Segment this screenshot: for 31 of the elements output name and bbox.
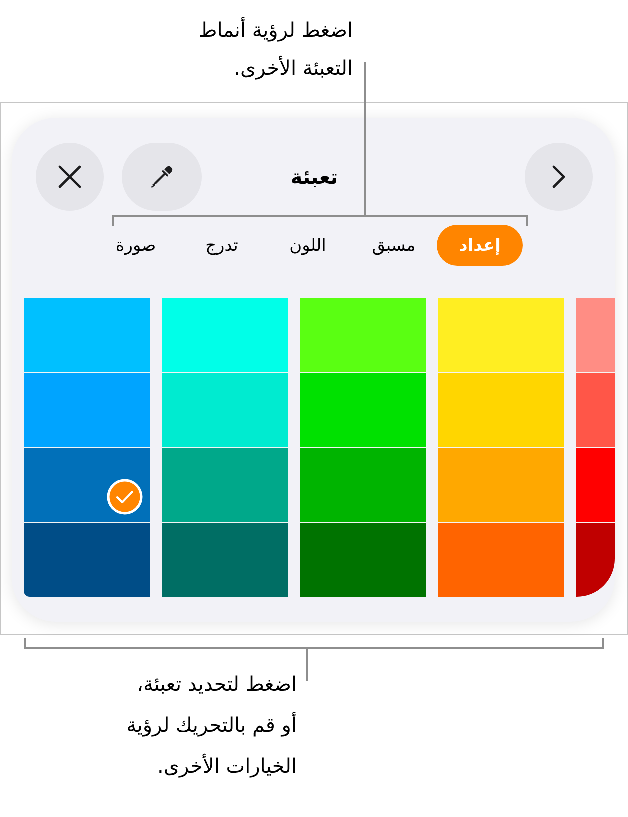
callout-text: اضغط لتحديد تعبئة، أو قم بالتحريك لرؤية الخيارات الأخرى.: [126, 671, 297, 780]
color-swatch[interactable]: [162, 447, 288, 522]
color-swatch[interactable]: [162, 372, 288, 447]
color-swatch[interactable]: [24, 372, 150, 447]
color-swatch[interactable]: [438, 298, 564, 372]
checkmark-icon: [107, 479, 143, 515]
color-swatch[interactable]: [24, 522, 150, 597]
color-swatch[interactable]: [438, 522, 564, 597]
chevron-right-icon: [552, 165, 566, 189]
color-swatch[interactable]: [576, 372, 615, 447]
fill-tab[interactable]: صورة: [93, 225, 179, 266]
color-swatch[interactable]: [576, 522, 615, 597]
fill-tab[interactable]: تدرج: [179, 225, 265, 266]
close-icon: [58, 165, 82, 189]
eyedropper-icon: [150, 165, 174, 189]
color-swatch[interactable]: [162, 298, 288, 372]
color-swatch[interactable]: [438, 447, 564, 522]
color-swatch[interactable]: [438, 372, 564, 447]
color-swatch[interactable]: [300, 372, 426, 447]
fill-tab[interactable]: مسبق: [351, 225, 437, 266]
color-swatch[interactable]: [300, 522, 426, 597]
fill-tab[interactable]: اللون: [265, 225, 351, 266]
callout-text: اضغط لرؤية أنماط التعبئة الأخرى.: [198, 16, 353, 82]
color-swatch[interactable]: [576, 298, 615, 372]
color-swatch[interactable]: [162, 522, 288, 597]
color-swatch[interactable]: [300, 298, 426, 372]
color-swatch[interactable]: [300, 447, 426, 522]
color-swatch[interactable]: [24, 447, 150, 522]
panel-title: تعبئة: [290, 165, 338, 189]
color-swatch[interactable]: [576, 447, 615, 522]
color-swatch[interactable]: [24, 298, 150, 372]
